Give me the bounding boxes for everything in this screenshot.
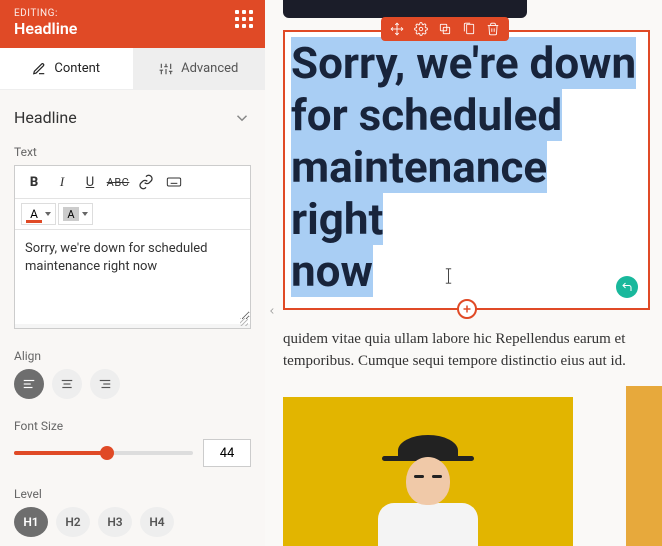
previous-block[interactable] xyxy=(283,0,527,18)
bg-color-picker[interactable]: A xyxy=(58,203,93,225)
editor-sidebar: EDITING: Headline Content Advanced Headl… xyxy=(0,0,265,546)
link-button[interactable] xyxy=(133,170,159,194)
align-center-icon xyxy=(60,377,74,391)
bold-button[interactable]: B xyxy=(21,170,47,194)
collapse-sidebar-button[interactable] xyxy=(265,300,279,322)
level-label: Level xyxy=(14,487,251,501)
tab-content-label: Content xyxy=(54,61,100,76)
level-h2-button[interactable]: H2 xyxy=(56,507,90,537)
link-icon xyxy=(138,174,154,190)
sidebar-header: EDITING: Headline xyxy=(0,0,265,48)
headline-preview-text[interactable]: Sorry, we're down for scheduled maintena… xyxy=(291,38,642,298)
font-size-slider[interactable] xyxy=(14,443,193,463)
headline-block[interactable]: Sorry, we're down for scheduled maintena… xyxy=(283,30,650,310)
editing-label: EDITING: xyxy=(14,8,251,19)
delete-icon xyxy=(486,22,500,36)
align-group xyxy=(14,369,251,399)
drag-handle-icon[interactable] xyxy=(235,10,253,28)
text-cursor-icon xyxy=(444,267,453,285)
chevron-down-icon xyxy=(82,212,88,216)
pencil-icon xyxy=(32,62,46,76)
chevron-down-icon xyxy=(233,109,251,127)
level-h4-button[interactable]: H4 xyxy=(140,507,174,537)
person-illustration xyxy=(378,435,478,546)
add-block-button[interactable] xyxy=(457,299,477,319)
section-title: Headline xyxy=(14,108,77,127)
panel-body: Headline Text B I U ABC xyxy=(0,90,265,546)
rte-toolbar: B I U ABC A xyxy=(15,166,250,230)
duplicate-icon xyxy=(438,22,452,36)
delete-block-button[interactable] xyxy=(485,21,501,37)
plus-icon xyxy=(461,303,473,315)
level-h1-button[interactable]: H1 xyxy=(14,507,48,537)
component-name: Headline xyxy=(14,19,251,38)
settings-icon xyxy=(414,22,428,36)
align-left-button[interactable] xyxy=(14,369,44,399)
keyboard-button[interactable] xyxy=(161,170,187,194)
section-toggle[interactable]: Headline xyxy=(14,108,251,127)
copy-icon xyxy=(462,22,476,36)
sliders-icon xyxy=(159,62,173,76)
level-h3-button[interactable]: H3 xyxy=(98,507,132,537)
move-block-button[interactable] xyxy=(389,21,405,37)
canvas-preview[interactable]: Sorry, we're down for scheduled maintena… xyxy=(265,0,662,546)
resize-handle[interactable] xyxy=(15,324,250,328)
chevron-left-icon xyxy=(267,306,277,316)
rich-text-editor: B I U ABC A xyxy=(14,165,251,329)
text-color-label: A xyxy=(30,207,38,221)
undo-icon xyxy=(621,281,633,293)
tab-advanced[interactable]: Advanced xyxy=(133,48,266,89)
align-label: Align xyxy=(14,349,251,363)
settings-block-button[interactable] xyxy=(413,21,429,37)
align-left-icon xyxy=(22,377,36,391)
slider-thumb[interactable] xyxy=(100,446,114,460)
align-center-button[interactable] xyxy=(52,369,82,399)
align-right-button[interactable] xyxy=(90,369,120,399)
image-block[interactable] xyxy=(283,397,573,546)
bg-color-label: A xyxy=(63,207,79,221)
block-toolbar xyxy=(381,17,509,41)
align-right-icon xyxy=(98,377,112,391)
duplicate-block-button[interactable] xyxy=(437,21,453,37)
slider-fill xyxy=(14,451,107,455)
body-paragraph[interactable]: quidem vitae quia ullam labore hic Repel… xyxy=(283,328,650,373)
font-size-input[interactable] xyxy=(203,439,251,467)
chevron-down-icon xyxy=(45,212,51,216)
headline-text-input[interactable] xyxy=(15,230,250,320)
font-size-label: Font Size xyxy=(14,419,251,433)
copy-block-button[interactable] xyxy=(461,21,477,37)
tab-bar: Content Advanced xyxy=(0,48,265,90)
tab-advanced-label: Advanced xyxy=(181,61,238,76)
underline-button[interactable]: U xyxy=(77,170,103,194)
keyboard-icon xyxy=(166,174,182,190)
move-icon xyxy=(390,22,404,36)
image-block-secondary[interactable] xyxy=(626,386,662,546)
strikethrough-button[interactable]: ABC xyxy=(105,170,131,194)
italic-button[interactable]: I xyxy=(49,170,75,194)
text-color-picker[interactable]: A xyxy=(21,203,56,225)
level-group: H1 H2 H3 H4 xyxy=(14,507,251,537)
tab-content[interactable]: Content xyxy=(0,48,133,89)
text-field-label: Text xyxy=(14,145,251,159)
revert-button[interactable] xyxy=(616,276,638,298)
